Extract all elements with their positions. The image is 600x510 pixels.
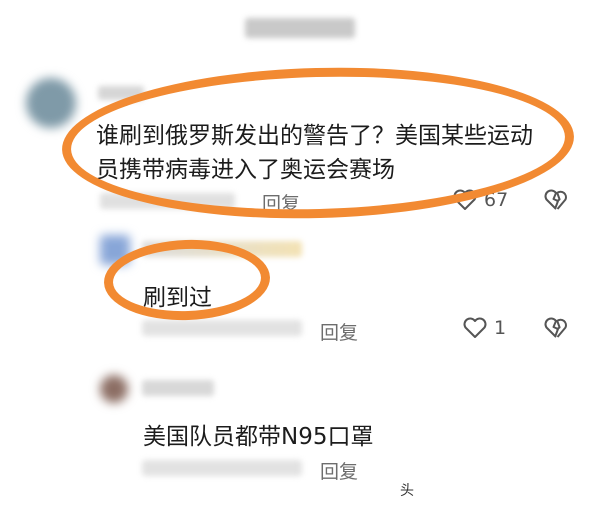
like-count: 1 — [494, 317, 507, 339]
like-button[interactable]: 1 — [462, 316, 506, 340]
comment-text: 美国队员都带N95口罩 — [143, 424, 374, 450]
reply-button[interactable]: 回复 — [320, 457, 358, 484]
avatar[interactable] — [100, 375, 128, 403]
heart-icon — [462, 316, 488, 340]
broken-heart-icon[interactable] — [543, 316, 569, 340]
blurred-username — [142, 380, 214, 396]
blurred-title — [245, 18, 355, 38]
reply-button[interactable]: 回复 — [320, 318, 358, 345]
avatar[interactable] — [26, 78, 76, 128]
blurred-timestamp — [142, 320, 302, 336]
watermark: 头 — [400, 483, 414, 499]
broken-heart-icon[interactable] — [543, 188, 569, 212]
blurred-timestamp — [142, 460, 302, 476]
